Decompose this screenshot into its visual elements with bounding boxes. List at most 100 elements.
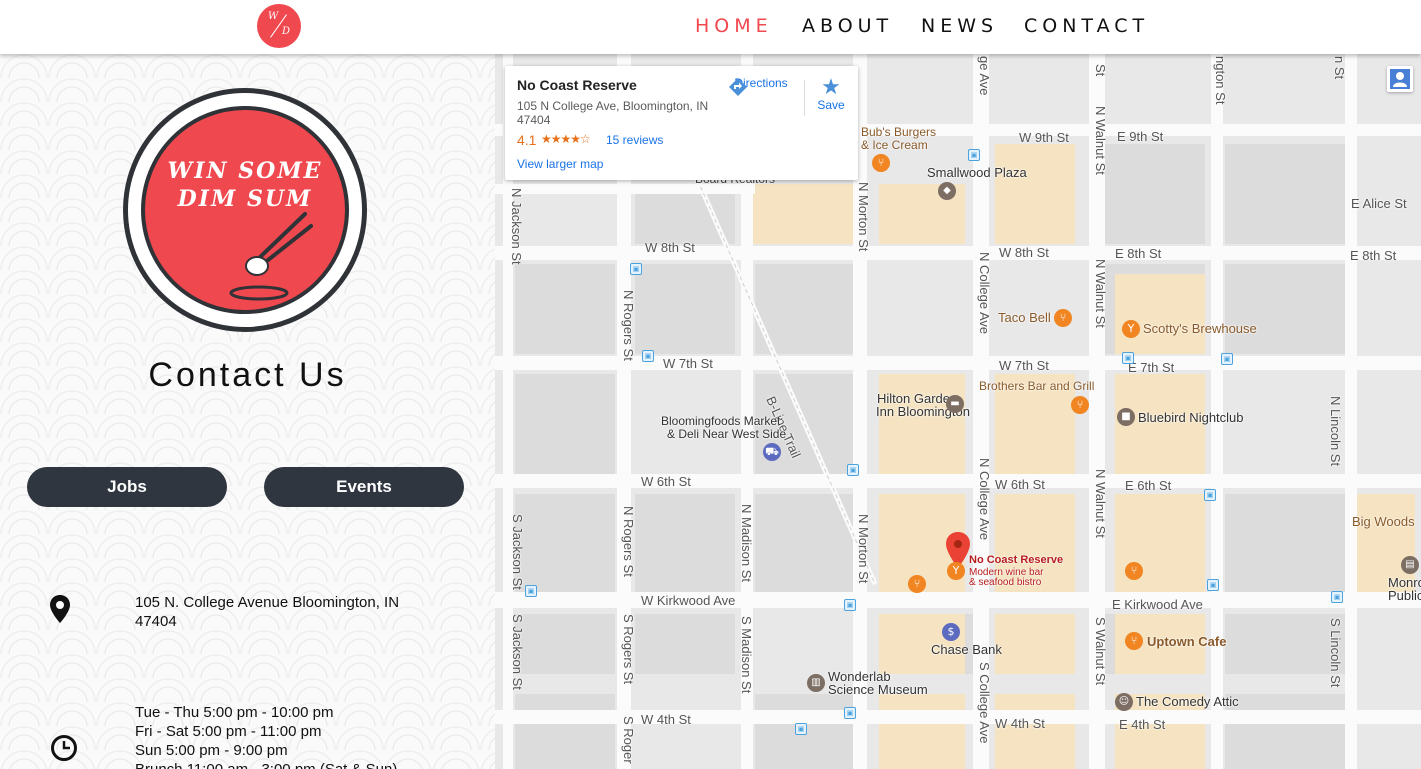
- bus-stop-icon[interactable]: ▣: [1331, 591, 1343, 603]
- header-logo[interactable]: W D: [257, 4, 301, 48]
- events-button[interactable]: Events: [264, 467, 464, 507]
- restaurant-icon[interactable]: ⑂: [1125, 562, 1143, 580]
- dumpling-chopsticks-icon: [229, 212, 313, 301]
- street-label: S Walnut St: [1093, 617, 1108, 686]
- reviews-link[interactable]: 15 reviews: [606, 133, 663, 147]
- street-label: N Jackson St: [509, 188, 524, 265]
- nav-about[interactable]: ABOUT: [802, 15, 893, 37]
- place-name[interactable]: No Coast Reserve: [517, 77, 637, 93]
- poi-bluebird-nightclub[interactable]: Bluebird Nightclub: [1138, 410, 1244, 425]
- poi-wonderlab-line-2[interactable]: Science Museum: [828, 682, 928, 697]
- bus-stop-icon[interactable]: ▣: [844, 707, 856, 719]
- poi-smallwood-plaza[interactable]: Smallwood Plaza: [927, 165, 1027, 180]
- place-address-line-2: 47404: [517, 113, 551, 127]
- street-label: W 8th St: [999, 245, 1049, 260]
- bus-stop-icon[interactable]: ▣: [1221, 353, 1233, 365]
- place-address: 105 N College Ave, Bloomington, IN 47404: [517, 99, 717, 127]
- street-label: W 7th St: [999, 358, 1049, 373]
- logo-letter-d: D: [282, 26, 291, 37]
- street-label: W 9th St: [1019, 130, 1069, 145]
- contact-panel: WIN SOME DIM SUM Contact Us Jobs Events …: [0, 54, 495, 769]
- address-line-2: 47404: [135, 613, 177, 630]
- street-label: E 8th St: [1350, 248, 1397, 263]
- library-icon[interactable]: ▤: [1401, 556, 1419, 574]
- google-map[interactable]: W 9th St E 9th St W 8th St W 8th St E 8t…: [495, 54, 1421, 769]
- street-label: N Morton St: [856, 514, 871, 584]
- street-label: S Jackson St: [510, 614, 525, 690]
- street-label: W 6th St: [995, 477, 1045, 492]
- bus-stop-icon[interactable]: ▣: [968, 149, 980, 161]
- poi-brothers-bar[interactable]: Brothers Bar and Grill: [979, 379, 1094, 393]
- street-label: S Madison St: [739, 616, 754, 694]
- street-label: E 4th St: [1119, 717, 1166, 732]
- nav-contact[interactable]: CONTACT: [1024, 15, 1149, 37]
- hours-line: Sun 5:00 pm - 9:00 pm: [135, 742, 288, 759]
- restaurant-icon[interactable]: ⑂: [908, 575, 926, 593]
- directions-icon: [729, 78, 747, 96]
- restaurant-icon[interactable]: ⑂: [1125, 632, 1143, 650]
- street-view-pegman-icon[interactable]: [1387, 66, 1413, 92]
- grocery-icon[interactable]: ⛟: [763, 443, 781, 461]
- street-label: S Jackson St: [510, 514, 525, 590]
- bus-stop-icon[interactable]: ▣: [642, 350, 654, 362]
- shopping-icon[interactable]: ◆: [938, 182, 956, 200]
- poi-ncr-desc-2: & seafood bistro: [969, 577, 1042, 588]
- street-label: ge Ave: [977, 56, 992, 96]
- bar-icon[interactable]: Y: [947, 562, 965, 580]
- place-address-line-1: 105 N College Ave, Bloomington, IN: [517, 99, 709, 113]
- bus-stop-icon[interactable]: ▣: [847, 464, 859, 476]
- poi-bloomingfoods-line-1[interactable]: Bloomingfoods Market: [661, 414, 780, 428]
- street-label: E 7th St: [1128, 360, 1175, 375]
- street-label: N College Ave: [977, 458, 992, 541]
- street-label: E 9th St: [1117, 129, 1164, 144]
- bar-icon[interactable]: Y: [1122, 320, 1140, 338]
- logo-letter-w: W: [268, 11, 279, 22]
- bus-stop-icon[interactable]: ▣: [1122, 352, 1134, 364]
- bank-icon[interactable]: $: [942, 623, 960, 641]
- poi-uptown-cafe[interactable]: Uptown Cafe: [1147, 634, 1226, 649]
- save-button[interactable]: ★ Save: [811, 76, 851, 113]
- poi-taco-bell[interactable]: Taco Bell: [998, 310, 1051, 325]
- bus-stop-icon[interactable]: ▣: [1207, 579, 1219, 591]
- street-label: W 8th St: [645, 240, 695, 255]
- poi-monroe-line-2[interactable]: Public: [1388, 588, 1421, 603]
- street-label: N Morton St: [856, 182, 871, 252]
- hotel-icon[interactable]: ▬: [946, 395, 964, 413]
- restaurant-logo: WIN SOME DIM SUM: [123, 88, 367, 332]
- place-info-card: No Coast Reserve 105 N College Ave, Bloo…: [505, 66, 858, 180]
- street-label: n St: [1332, 56, 1347, 80]
- restaurant-icon[interactable]: ⑂: [1054, 309, 1072, 327]
- street-label: N Rogers St: [621, 290, 636, 361]
- nightclub-icon[interactable]: ■: [1117, 408, 1135, 426]
- bus-stop-icon[interactable]: ▣: [1204, 489, 1216, 501]
- restaurant-icon[interactable]: ⑂: [872, 154, 890, 172]
- street-label: N Lincoln St: [1328, 396, 1343, 467]
- nav-news[interactable]: NEWS: [921, 15, 998, 37]
- restaurant-icon[interactable]: ⑂: [1071, 396, 1089, 414]
- museum-icon[interactable]: ▥: [807, 674, 825, 692]
- bus-stop-icon[interactable]: ▣: [525, 585, 537, 597]
- street-label: S Roger: [621, 716, 636, 764]
- site-header: W D HOME ABOUT NEWS CONTACT: [0, 0, 1421, 54]
- poi-big-woods[interactable]: Big Woods: [1352, 514, 1415, 529]
- bus-stop-icon[interactable]: ▣: [795, 723, 807, 735]
- nav-home[interactable]: HOME: [695, 15, 773, 37]
- street-label: N Walnut St: [1093, 259, 1108, 328]
- bus-stop-icon[interactable]: ▣: [844, 599, 856, 611]
- poi-bloomingfoods-line-2[interactable]: & Deli Near West Side: [667, 427, 786, 441]
- poi-chase-bank[interactable]: Chase Bank: [931, 642, 1002, 657]
- poi-scottys-brewhouse[interactable]: Scotty's Brewhouse: [1143, 321, 1257, 336]
- theater-icon[interactable]: ☺: [1115, 693, 1133, 711]
- jobs-button[interactable]: Jobs: [27, 467, 227, 507]
- street-label: E Kirkwood Ave: [1112, 597, 1203, 612]
- hours-line: Tue - Thu 5:00 pm - 10:00 pm: [135, 704, 334, 721]
- directions-button[interactable]: Directions: [727, 76, 795, 96]
- view-larger-map-link[interactable]: View larger map: [517, 157, 603, 171]
- poi-no-coast-reserve[interactable]: No Coast Reserve: [969, 554, 1063, 566]
- logo-disc: WIN SOME DIM SUM: [141, 106, 349, 314]
- poi-bubs-burgers[interactable]: Bub's Burgers & Ice Cream: [861, 126, 936, 152]
- poi-comedy-attic[interactable]: The Comedy Attic: [1136, 694, 1239, 709]
- street-label: N Walnut St: [1093, 469, 1108, 538]
- street-label: St: [1093, 64, 1108, 77]
- bus-stop-icon[interactable]: ▣: [630, 263, 642, 275]
